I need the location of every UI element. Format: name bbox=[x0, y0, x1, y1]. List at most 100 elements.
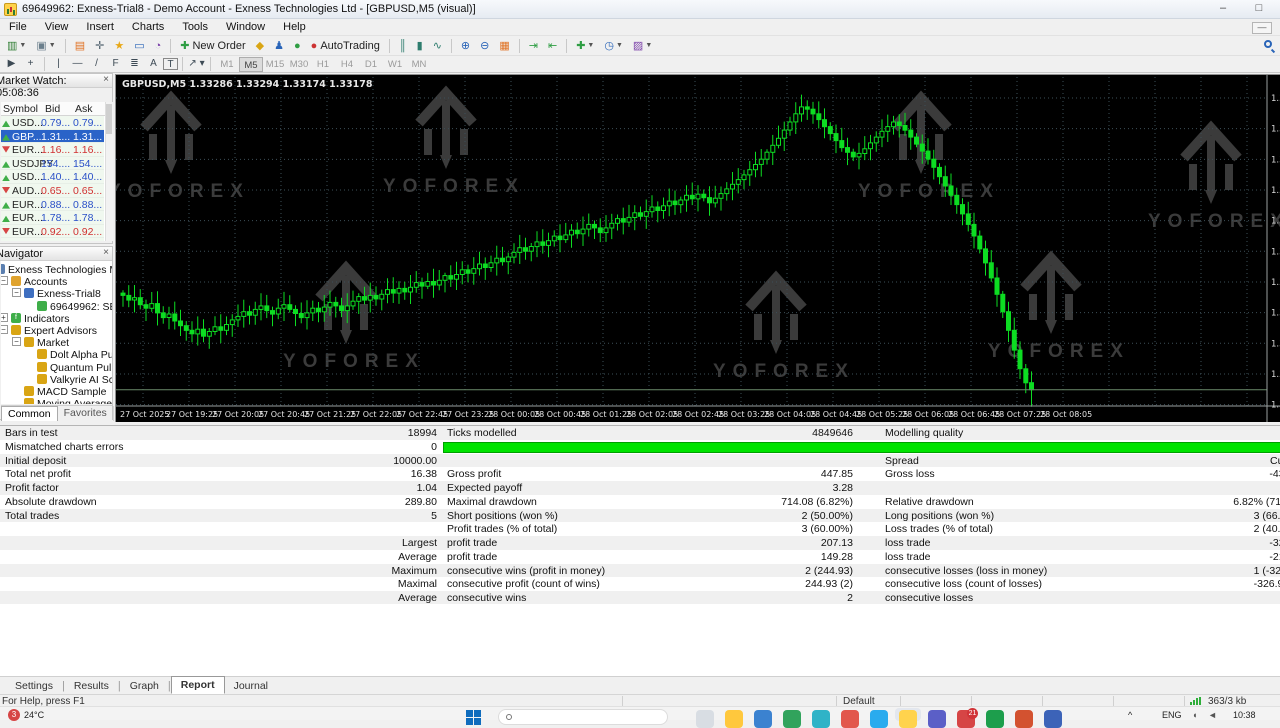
zoom-in-button[interactable]: ⊕ bbox=[457, 37, 474, 55]
indicators-button[interactable]: ✚ ▼ bbox=[572, 37, 598, 55]
navigator-item-accounts[interactable]: Accounts bbox=[24, 276, 67, 288]
column-header-symbol[interactable]: Symbol bbox=[3, 103, 38, 115]
navigator-item-moving-average[interactable]: Moving Average bbox=[37, 398, 112, 404]
market-watch-row-EUR[interactable]: EUR... 1.16... 1.16... bbox=[1, 143, 104, 157]
market-watch-row-USD[interactable]: USD... 1.40... 1.40... bbox=[1, 170, 104, 184]
market-watch-row-EURJPY[interactable]: EURJPY178....178.... bbox=[1, 238, 104, 241]
new-chart-button[interactable]: ▥ ▼ bbox=[3, 37, 30, 55]
menu-charts[interactable]: Charts bbox=[123, 19, 173, 36]
close-icon[interactable]: × bbox=[103, 75, 109, 85]
experts-dialog-button[interactable]: ♟ bbox=[270, 37, 288, 55]
child-minimize-button[interactable]: — bbox=[1252, 22, 1272, 34]
new-order-button[interactable]: ✚ New Order bbox=[176, 37, 249, 55]
crosshair-button[interactable]: + bbox=[21, 57, 40, 72]
timeframe-m5[interactable]: M5 bbox=[239, 56, 263, 72]
zoom-out-button[interactable]: ⊖ bbox=[476, 37, 493, 55]
periods-button[interactable]: ◷ ▼ bbox=[600, 37, 627, 55]
label-button[interactable]: T bbox=[163, 58, 178, 70]
timeframe-w1[interactable]: W1 bbox=[383, 57, 407, 72]
navigator-item-indicators[interactable]: Indicators bbox=[24, 313, 70, 325]
navigator-item-quantum-pul[interactable]: Quantum Pul bbox=[50, 362, 111, 374]
app-icon[interactable] bbox=[754, 710, 772, 728]
market-watch-button[interactable]: ▤ bbox=[71, 37, 89, 55]
column-header-bid[interactable]: Bid bbox=[45, 103, 60, 115]
navigator-item-dolt-alpha-pu[interactable]: Dolt Alpha Pu bbox=[50, 349, 112, 361]
network-icon[interactable]: ◖ bbox=[1192, 710, 1197, 720]
bar-chart-button[interactable]: ║ bbox=[395, 37, 411, 55]
tree-expand-icon[interactable]: − bbox=[12, 288, 21, 298]
horizontal-line-button[interactable]: — bbox=[68, 57, 87, 72]
start-button-icon[interactable] bbox=[466, 710, 482, 726]
menu-help[interactable]: Help bbox=[274, 19, 315, 36]
timeframe-m15[interactable]: M15 bbox=[263, 57, 287, 72]
navigator-item-exness-trial8[interactable]: Exness-Trial8 bbox=[37, 288, 101, 300]
fibonacci-button[interactable]: F bbox=[106, 57, 125, 72]
timeframe-mn[interactable]: MN bbox=[407, 57, 431, 72]
vertical-line-button[interactable]: | bbox=[49, 57, 68, 72]
autotrading-button[interactable]: ● AutoTrading bbox=[307, 37, 384, 55]
edge-icon[interactable] bbox=[812, 710, 830, 728]
market-watch-row-USDJPY[interactable]: USDJPY 154.... 154.... bbox=[1, 156, 104, 171]
chart-window[interactable]: YOFOREX YOFOREX YOFOREX YOFOREX YOFOREX YOFOR… bbox=[115, 74, 1280, 422]
timeframe-d1[interactable]: D1 bbox=[359, 57, 383, 72]
shapes-button[interactable]: ↗ ▾ bbox=[187, 57, 206, 72]
app-icon[interactable] bbox=[696, 710, 714, 728]
navigator-item-market[interactable]: Market bbox=[37, 337, 69, 349]
navigator-button[interactable]: ★ bbox=[110, 37, 128, 55]
tester-tab-results[interactable]: Results bbox=[65, 678, 118, 694]
market-watch-row-EUR[interactable]: EUR... 0.88... 0.88... bbox=[1, 197, 104, 212]
navigator-item-valkyrie-ai-sc[interactable]: Valkyrie AI Sc bbox=[50, 374, 112, 386]
weather-alert-icon[interactable]: 3 bbox=[8, 709, 20, 721]
text-button[interactable]: A bbox=[144, 57, 163, 72]
file-explorer-icon[interactable] bbox=[725, 710, 743, 728]
news-button[interactable]: ● bbox=[290, 37, 305, 55]
market-watch-row-EUR[interactable]: EUR... 0.92... 0.92... bbox=[1, 224, 104, 239]
market-watch-row-USD[interactable]: USD... 0.79... 0.79... bbox=[1, 116, 104, 130]
market-watch-scrollbar[interactable] bbox=[105, 102, 113, 241]
tester-tab-graph[interactable]: Graph bbox=[121, 678, 168, 694]
mt4-taskbar-icon[interactable] bbox=[899, 710, 917, 728]
cursor-button[interactable]: ▶ bbox=[2, 57, 21, 72]
timeframe-h4[interactable]: H4 bbox=[335, 57, 359, 72]
menu-view[interactable]: View bbox=[36, 19, 78, 36]
timeframe-m30[interactable]: M30 bbox=[287, 57, 311, 72]
trendline-button[interactable]: / bbox=[87, 57, 106, 72]
column-header-ask[interactable]: Ask bbox=[75, 103, 93, 115]
tester-tab-journal[interactable]: Journal bbox=[225, 678, 277, 694]
maximize-button[interactable]: □ bbox=[1244, 2, 1274, 17]
navigator-item-expert-advisors[interactable]: Expert Advisors bbox=[24, 325, 97, 337]
tester-tab-report[interactable]: Report bbox=[170, 676, 225, 694]
metaeditor-button[interactable]: ◆ bbox=[252, 37, 268, 55]
tray-chevron-icon[interactable]: ^ bbox=[1128, 710, 1132, 720]
data-window-button[interactable]: ✛ bbox=[91, 37, 108, 55]
candlestick-chart-button[interactable]: ▮ bbox=[413, 37, 427, 55]
navigator-item-macd-sample[interactable]: MACD Sample bbox=[37, 386, 106, 398]
app-icon[interactable] bbox=[783, 710, 801, 728]
minimize-button[interactable]: – bbox=[1208, 2, 1238, 17]
strategy-tester-button[interactable]: ◔ bbox=[151, 37, 166, 55]
tree-expand-icon[interactable]: + bbox=[1, 312, 8, 322]
menu-tools[interactable]: Tools bbox=[173, 19, 217, 36]
channels-button[interactable]: ≣ bbox=[125, 57, 144, 72]
timeframe-m1[interactable]: M1 bbox=[215, 57, 239, 72]
tree-expand-icon[interactable]: − bbox=[1, 325, 8, 334]
navigator-tab-common[interactable]: Common bbox=[1, 406, 58, 421]
navigator-item-69649962-sec[interactable]: 69649962: SEC bbox=[50, 301, 112, 313]
line-chart-button[interactable]: ∿ bbox=[429, 37, 446, 55]
menu-insert[interactable]: Insert bbox=[77, 19, 123, 36]
tree-expand-icon[interactable]: − bbox=[12, 337, 21, 347]
tile-windows-button[interactable]: ▦ bbox=[495, 37, 513, 55]
taskbar-search-input[interactable] bbox=[498, 709, 668, 725]
navigator-tab-favorites[interactable]: Favorites bbox=[58, 406, 114, 421]
menu-file[interactable]: File bbox=[0, 19, 36, 36]
menu-window[interactable]: Window bbox=[217, 19, 274, 36]
tester-tab-settings[interactable]: Settings bbox=[6, 678, 62, 694]
navigator-item-exness-technologies-mt4[interactable]: Exness Technologies MT4 bbox=[8, 264, 112, 276]
clock[interactable]: 10:38 bbox=[1233, 710, 1256, 720]
market-watch-row-AUD[interactable]: AUD... 0.65... 0.65... bbox=[1, 183, 104, 198]
chart-shift-button[interactable]: ⇤ bbox=[544, 37, 561, 55]
app-icon[interactable] bbox=[928, 710, 946, 728]
telegram-icon[interactable] bbox=[870, 710, 888, 728]
market-watch-row-GBP[interactable]: GBP... 1.31... 1.31... bbox=[1, 129, 104, 144]
auto-scroll-button[interactable]: ⇥ bbox=[525, 37, 542, 55]
